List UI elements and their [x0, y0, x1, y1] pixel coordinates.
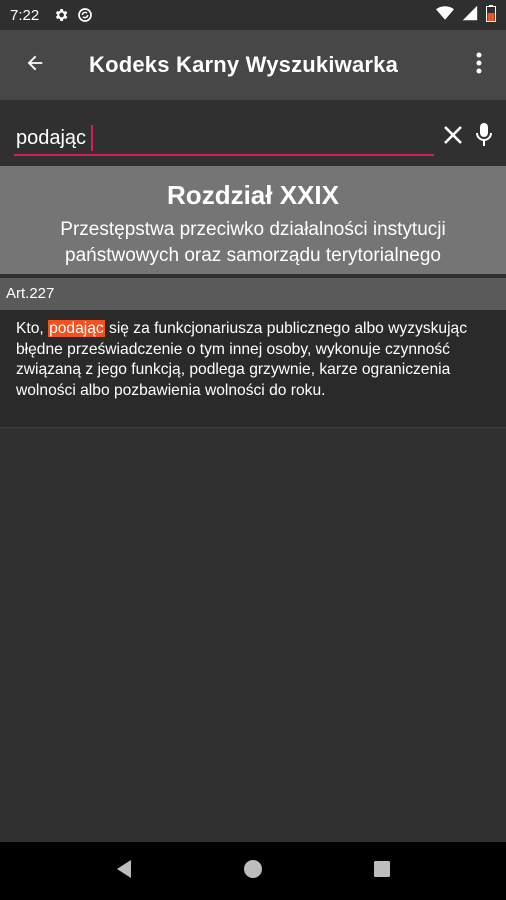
gear-icon — [53, 7, 69, 23]
page-title: Kodeks Karny Wyszukiwarka — [89, 52, 399, 77]
article-text-start: Kto, — [16, 320, 49, 337]
status-time: 7:22 — [10, 6, 40, 24]
search-input-value: podając — [16, 125, 94, 151]
signal-icon — [462, 5, 478, 25]
more-vert-icon — [476, 52, 482, 79]
nav-back-button[interactable] — [104, 851, 144, 891]
close-icon — [443, 125, 463, 150]
chapter-subtitle: Przestępstwa przeciwko działalności inst… — [0, 217, 506, 269]
system-nav-bar — [0, 842, 506, 900]
search-highlight: podając — [48, 320, 105, 337]
sync-icon — [77, 7, 93, 23]
battery-icon — [486, 4, 496, 26]
chapter-subtitle-line: Przestępstwa przeciwko działalności inst… — [60, 219, 446, 240]
recents-square-icon — [373, 860, 391, 883]
chapter-subtitle-line: państwowych oraz samorządu terytorialneg… — [65, 245, 441, 266]
home-circle-icon — [243, 859, 263, 884]
back-triangle-icon — [115, 859, 133, 884]
voice-search-button[interactable] — [470, 120, 498, 154]
app-bar: Kodeks Karny Wyszukiwarka — [0, 30, 506, 100]
overflow-menu-button[interactable] — [452, 30, 506, 100]
nav-home-button[interactable] — [233, 851, 273, 891]
arrow-left-icon — [24, 52, 46, 79]
nav-recents-button[interactable] — [362, 851, 402, 891]
search-query-text: podając — [16, 126, 87, 149]
chapter-title: Rozdział XXIX — [167, 180, 339, 210]
mic-icon — [475, 122, 493, 153]
wifi-icon — [436, 5, 454, 25]
back-button[interactable] — [0, 30, 70, 100]
clear-search-button[interactable] — [438, 122, 468, 152]
chapter-header: Rozdział XXIX Przestępstwa przeciwko dzi… — [0, 166, 506, 274]
search-bar: podając — [0, 100, 506, 166]
text-caret — [91, 125, 94, 151]
status-bar: 7:22 — [0, 0, 506, 30]
article-text[interactable]: Kto, podając się za funkcjonariusza publ… — [0, 310, 506, 428]
article-label: Art.227 — [0, 278, 506, 310]
